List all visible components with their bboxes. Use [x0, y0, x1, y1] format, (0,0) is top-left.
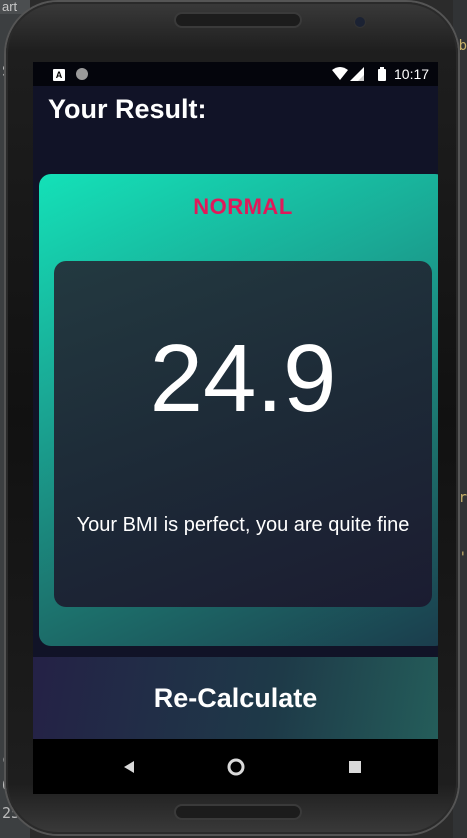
status-time: 10:17 — [394, 66, 430, 82]
front-camera — [354, 16, 366, 28]
home-icon — [227, 758, 245, 775]
ide-right-text: ' — [458, 550, 467, 566]
status-bar: A 10:17 — [33, 62, 438, 86]
phone-frame: A 10:17 Your Result: NORMAL 24.9 Your BM… — [6, 2, 458, 834]
bottom-speaker — [174, 804, 302, 820]
top-speaker — [174, 12, 302, 28]
page-title: Your Result: — [48, 94, 207, 124]
bmi-value-card: 24.9 Your BMI is perfect, you are quite … — [54, 261, 432, 607]
bmi-interpretation: Your BMI is perfect, you are quite fine — [76, 514, 410, 536]
ide-right-text: r — [458, 490, 467, 506]
result-card: NORMAL 24.9 Your BMI is perfect, you are… — [39, 174, 438, 646]
navigation-bar — [33, 739, 438, 794]
ide-right-text: b — [458, 38, 467, 54]
recents-button[interactable] — [325, 739, 385, 794]
recalculate-label: Re-Calculate — [153, 682, 318, 713]
wifi-icon — [332, 67, 348, 80]
back-button[interactable] — [99, 739, 159, 794]
recalculate-button[interactable]: Re-Calculate — [33, 657, 438, 739]
home-button[interactable] — [206, 739, 266, 794]
bmi-result-screen: Your Result: NORMAL 24.9 Your BMI is per… — [33, 86, 438, 739]
recents-icon — [349, 760, 361, 773]
bmi-value: 24.9 — [149, 325, 337, 432]
notification-icon: A — [53, 69, 65, 81]
back-icon — [124, 760, 134, 773]
device-screen: A 10:17 Your Result: NORMAL 24.9 Your BM… — [33, 62, 438, 794]
signal-icon — [350, 67, 364, 81]
battery-icon — [378, 67, 386, 81]
bmi-category: NORMAL — [193, 194, 293, 219]
sync-icon — [76, 68, 88, 80]
